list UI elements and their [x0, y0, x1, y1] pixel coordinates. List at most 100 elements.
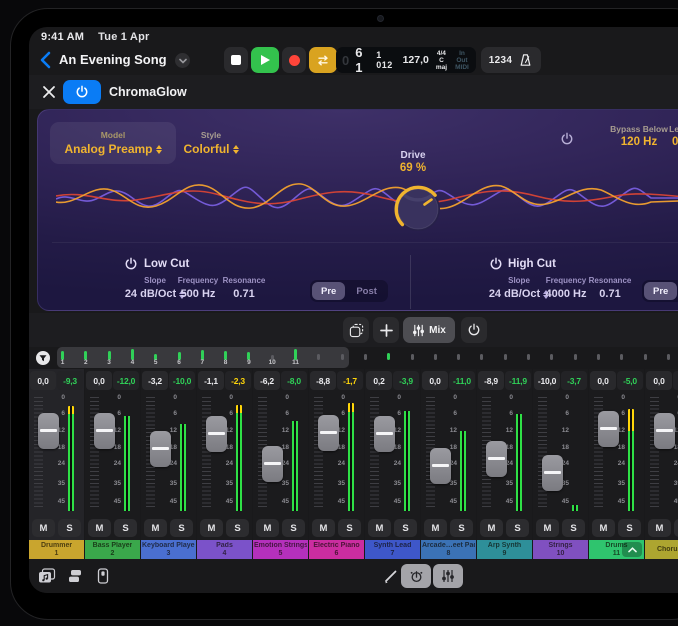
duplicate-button[interactable] — [343, 317, 369, 343]
volume-fader[interactable] — [206, 416, 227, 452]
mix-mode-button[interactable]: Mix — [403, 317, 455, 343]
volume-fader[interactable] — [150, 431, 171, 467]
track-name-tile[interactable]: Electric Piano6 — [309, 540, 364, 559]
mute-button[interactable]: M — [312, 519, 335, 537]
track-name-tile[interactable]: Arp Synth9 — [477, 540, 532, 559]
track-name-tile[interactable]: Keyboard Player3 — [141, 540, 196, 559]
channel-strip[interactable]: 0,0-12,0061218243545MSBass Player2 — [85, 369, 140, 559]
add-track-button[interactable] — [373, 317, 399, 343]
close-plugin-icon[interactable] — [41, 84, 57, 100]
channel-strip[interactable]: -8,9-11,9061218243545MSArp Synth9 — [477, 369, 532, 559]
track-name-tile[interactable]: Bass Player2 — [85, 540, 140, 559]
cycle-button[interactable] — [309, 47, 337, 73]
peak-level-value[interactable]: -8,0 — [281, 371, 307, 390]
volume-fader[interactable] — [38, 413, 59, 449]
volume-fader[interactable] — [318, 415, 339, 451]
lcd-display[interactable]: 0 6 1 1 012 127,0 4/4 C maj In Out MIDI — [336, 47, 476, 73]
peak-level-value[interactable]: -11,9 — [505, 371, 531, 390]
solo-button[interactable]: S — [506, 519, 529, 537]
solo-button[interactable]: S — [562, 519, 585, 537]
song-menu-button[interactable] — [175, 53, 190, 68]
channel-strip[interactable]: -8,8-1,7061218243545MSElectric Piano6 — [309, 369, 364, 559]
volume-value[interactable]: 0,0 — [86, 371, 112, 390]
library-button[interactable] — [65, 566, 85, 586]
volume-fader[interactable] — [430, 448, 451, 484]
mute-button[interactable]: M — [592, 519, 615, 537]
low-cut-post-button[interactable]: Post — [347, 282, 386, 300]
mute-button[interactable]: M — [144, 519, 167, 537]
high-cut-resonance[interactable]: Resonance 0.71 — [582, 276, 638, 300]
channel-strip[interactable]: 0,0-5,0061218243545MSDrums11 — [589, 369, 644, 559]
volume-value[interactable]: 0,0 — [590, 371, 616, 390]
volume-value[interactable]: 0,0 — [422, 371, 448, 390]
back-button[interactable] — [37, 50, 55, 70]
track-name-tile[interactable]: Synth Lead7 — [365, 540, 420, 559]
edit-button[interactable] — [381, 566, 401, 586]
volume-value[interactable]: -8,8 — [310, 371, 336, 390]
low-cut-pre-button[interactable]: Pre — [312, 282, 345, 300]
mute-button[interactable]: M — [480, 519, 503, 537]
mute-button[interactable]: M — [536, 519, 559, 537]
peak-level-value[interactable] — [673, 371, 678, 390]
volume-value[interactable]: 0,2 — [366, 371, 392, 390]
track-name-tile[interactable]: Emotion Strings5 — [253, 540, 308, 559]
volume-value[interactable]: -6,2 — [254, 371, 280, 390]
volume-value[interactable]: 0,0 — [646, 371, 672, 390]
bypass-power-icon[interactable] — [560, 132, 574, 146]
channel-strip[interactable]: 0,0-9,3061218243545MSDrummer1 — [29, 369, 84, 559]
peak-level-value[interactable]: -2,3 — [225, 371, 251, 390]
play-button[interactable] — [251, 47, 279, 73]
channel-overview-strip[interactable]: 1234567891011 — [29, 347, 678, 369]
solo-button[interactable]: S — [338, 519, 361, 537]
metronome-icon[interactable] — [518, 53, 533, 68]
mute-button[interactable]: M — [648, 519, 671, 537]
volume-fader[interactable] — [598, 411, 619, 447]
solo-button[interactable]: S — [226, 519, 249, 537]
channel-strip[interactable]: -6,2-8,0061218243545MSEmotion Strings5 — [253, 369, 308, 559]
low-cut-power-icon[interactable] — [124, 257, 138, 271]
peak-level-value[interactable]: -9,3 — [57, 371, 83, 390]
high-cut-power-icon[interactable] — [489, 257, 503, 271]
volume-fader[interactable] — [542, 455, 563, 491]
high-cut-pre-button[interactable]: Pre — [644, 282, 677, 300]
record-button[interactable] — [282, 47, 306, 73]
volume-value[interactable]: -3,2 — [142, 371, 168, 390]
stop-button[interactable] — [224, 47, 248, 73]
track-name-tile[interactable]: Arcade…eet Pad8 — [421, 540, 476, 559]
volume-value[interactable]: -10,0 — [534, 371, 560, 390]
track-name-tile[interactable]: Strings10 — [533, 540, 588, 559]
track-name-tile[interactable]: Drummer1 — [29, 540, 84, 559]
controls-view-button[interactable] — [401, 564, 431, 588]
solo-button[interactable]: S — [450, 519, 473, 537]
track-name-tile[interactable]: Drums11 — [589, 540, 644, 559]
channel-strip[interactable]: 0,2-3,9061218243545MSSynth Lead7 — [365, 369, 420, 559]
volume-fader[interactable] — [94, 413, 115, 449]
peak-level-value[interactable]: -3,9 — [393, 371, 419, 390]
mixer-power-button[interactable] — [461, 317, 487, 343]
filter-button[interactable] — [32, 348, 54, 368]
peak-level-value[interactable]: -11,0 — [449, 371, 475, 390]
peak-level-value[interactable]: -1,7 — [337, 371, 363, 390]
count-in-button[interactable]: 1234 — [489, 55, 512, 66]
solo-button[interactable]: S — [58, 519, 81, 537]
mute-button[interactable]: M — [368, 519, 391, 537]
mute-button[interactable]: M — [88, 519, 111, 537]
style-selector[interactable]: Style Colorful — [146, 122, 276, 164]
solo-button[interactable]: S — [282, 519, 305, 537]
channel-strip-button[interactable] — [93, 566, 113, 586]
plugin-power-toggle[interactable] — [63, 80, 101, 104]
volume-fader[interactable] — [374, 416, 395, 452]
channel-strip[interactable]: 0,0061218243545MSChorus V — [645, 369, 678, 559]
mute-button[interactable]: M — [424, 519, 447, 537]
solo-button[interactable]: S — [674, 519, 678, 537]
peak-level-value[interactable]: -12,0 — [113, 371, 139, 390]
drive-knob[interactable] — [389, 180, 447, 238]
channel-strip[interactable]: -1,1-2,3061218243545MSPads4 — [197, 369, 252, 559]
volume-fader[interactable] — [262, 446, 283, 482]
solo-button[interactable]: S — [618, 519, 641, 537]
solo-button[interactable]: S — [170, 519, 193, 537]
collapse-stack-button[interactable] — [622, 542, 642, 557]
channel-strip[interactable]: -10,0-3,7061218243545MSStrings10 — [533, 369, 588, 559]
volume-value[interactable]: -1,1 — [198, 371, 224, 390]
volume-fader[interactable] — [486, 441, 507, 477]
